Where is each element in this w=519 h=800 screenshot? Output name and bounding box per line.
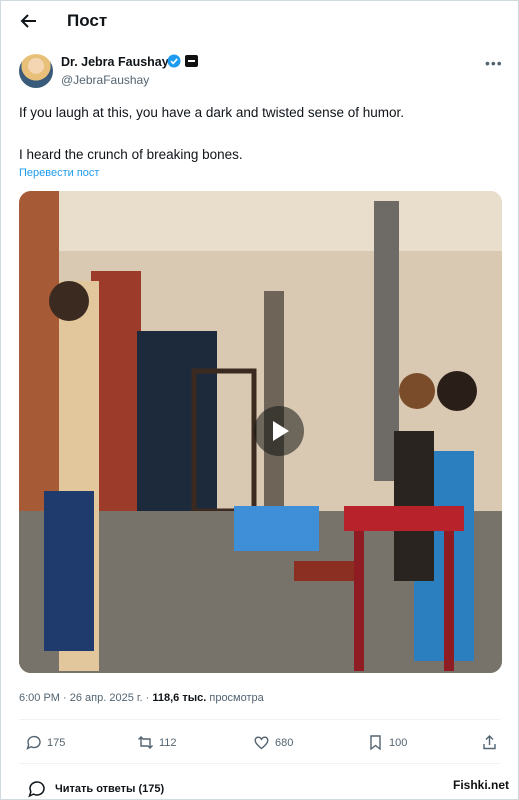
timestamp[interactable]: 6:00 PM · 26 апр. 2025 г. · [19,692,152,704]
reply-count: 175 [47,736,66,749]
repost-count: 112 [159,736,177,749]
heart-icon [254,736,269,750]
like-count: 680 [275,736,294,749]
post-text-line-1: If you laugh at this, you have a dark an… [19,105,404,120]
divider-top [19,719,500,720]
more-options-icon[interactable]: ••• [485,55,503,71]
bookmark-count: 100 [389,736,408,749]
page-title: Пост [67,11,108,30]
author-handle[interactable]: @JebraFaushay [61,73,149,87]
read-replies-button[interactable]: Читать ответы (175) [19,773,502,799]
repost-icon [138,736,153,749]
divider-bottom [19,763,500,764]
translate-link[interactable]: Перевести пост [19,167,99,179]
play-icon[interactable] [254,406,304,456]
post-meta: 6:00 PM · 26 апр. 2025 г. · 118,6 тыс. п… [19,692,264,704]
comment-icon [28,781,45,798]
repost-button[interactable]: 112 [137,734,177,751]
affiliate-badge-icon [185,55,198,67]
bookmark-button[interactable]: 100 [367,734,407,751]
bookmark-icon [370,735,381,751]
arrow-left-icon[interactable] [19,11,39,31]
read-replies-label: Читать ответы (175) [55,783,165,795]
share-button[interactable] [481,734,498,751]
reply-button[interactable]: 175 [25,734,65,751]
watermark: Fishki.net [453,778,510,792]
views-count: 118,6 тыс. [152,692,207,704]
reply-icon [26,735,41,750]
like-button[interactable]: 680 [253,734,293,751]
post-text-line-2: I heard the crunch of breaking bones. [19,147,243,162]
author-name[interactable]: Dr. Jebra Faushay [61,55,169,69]
video-player[interactable] [19,191,502,673]
views-label: просмотра [206,692,264,704]
verified-badge-icon [167,54,181,68]
share-icon [483,735,496,750]
avatar[interactable] [19,54,53,88]
post-frame: Пост Dr. Jebra Faushay @JebraFaushay •••… [0,0,519,800]
top-bar: Пост [1,1,518,41]
